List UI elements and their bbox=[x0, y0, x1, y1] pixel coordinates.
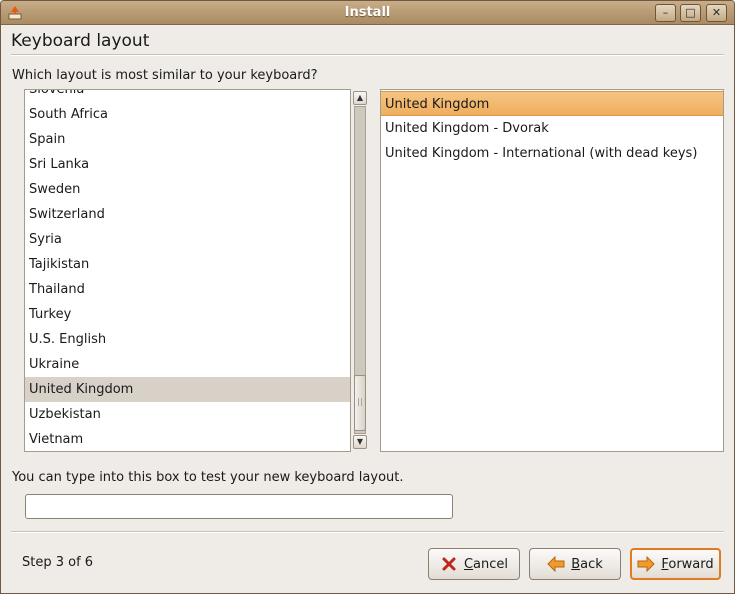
titlebar[interactable]: Install – □ ✕ bbox=[1, 1, 734, 25]
scroll-down-icon[interactable]: ▼ bbox=[353, 435, 367, 449]
divider bbox=[11, 531, 724, 533]
list-item[interactable]: United Kingdom bbox=[381, 91, 723, 116]
cancel-icon bbox=[442, 557, 456, 571]
list-item[interactable]: Spain bbox=[25, 127, 350, 152]
list-item[interactable]: United Kingdom bbox=[25, 377, 350, 402]
install-window: Install – □ ✕ Keyboard layout Which layo… bbox=[0, 0, 735, 594]
list-item[interactable]: Syria bbox=[25, 227, 350, 252]
list-item[interactable]: South Africa bbox=[25, 102, 350, 127]
list-item[interactable]: Vietnam bbox=[25, 427, 350, 451]
back-label: Back bbox=[571, 556, 603, 572]
forward-button[interactable]: Forward bbox=[630, 548, 721, 580]
list-item[interactable]: U.S. English bbox=[25, 327, 350, 352]
close-button[interactable]: ✕ bbox=[706, 4, 727, 22]
minimize-button[interactable]: – bbox=[655, 4, 676, 22]
list-item[interactable]: Sri Lanka bbox=[25, 152, 350, 177]
list-item[interactable]: United Kingdom - International (with dea… bbox=[381, 141, 723, 166]
country-list[interactable]: Slovenia South Africa Spain Sri Lanka Swede… bbox=[24, 89, 351, 452]
back-button[interactable]: Back bbox=[529, 548, 621, 580]
layout-question: Which layout is most similar to your key… bbox=[12, 68, 318, 83]
scroll-thumb[interactable] bbox=[354, 375, 366, 431]
list-item[interactable]: Uzbekistan bbox=[25, 402, 350, 427]
list-item[interactable]: Slovenia bbox=[25, 90, 350, 102]
scroll-up-icon[interactable]: ▲ bbox=[353, 91, 367, 105]
grip-icon bbox=[358, 398, 362, 406]
forward-label: Forward bbox=[661, 556, 714, 572]
variant-list[interactable]: United Kingdom United Kingdom - Dvorak Uni… bbox=[380, 89, 724, 452]
test-label: You can type into this box to test your … bbox=[12, 470, 404, 485]
window-title: Install bbox=[344, 5, 391, 20]
page-title: Keyboard layout bbox=[11, 31, 150, 51]
arrow-left-icon bbox=[547, 556, 565, 572]
country-list-scrollbar[interactable]: ▲ ▼ bbox=[352, 89, 368, 452]
list-item[interactable]: Sweden bbox=[25, 177, 350, 202]
cancel-label: Cancel bbox=[463, 556, 509, 572]
list-item[interactable]: Switzerland bbox=[25, 202, 350, 227]
list-item[interactable]: Thailand bbox=[25, 277, 350, 302]
divider bbox=[11, 54, 724, 56]
list-item[interactable]: United Kingdom - Dvorak bbox=[381, 116, 723, 141]
step-indicator: Step 3 of 6 bbox=[22, 555, 94, 570]
list-item[interactable]: Ukraine bbox=[25, 352, 350, 377]
list-item[interactable]: Tajikistan bbox=[25, 252, 350, 277]
list-item[interactable]: Turkey bbox=[25, 302, 350, 327]
maximize-button[interactable]: □ bbox=[680, 4, 701, 22]
cancel-button[interactable]: Cancel bbox=[428, 548, 520, 580]
arrow-right-icon bbox=[637, 556, 656, 572]
test-input[interactable] bbox=[25, 494, 453, 519]
